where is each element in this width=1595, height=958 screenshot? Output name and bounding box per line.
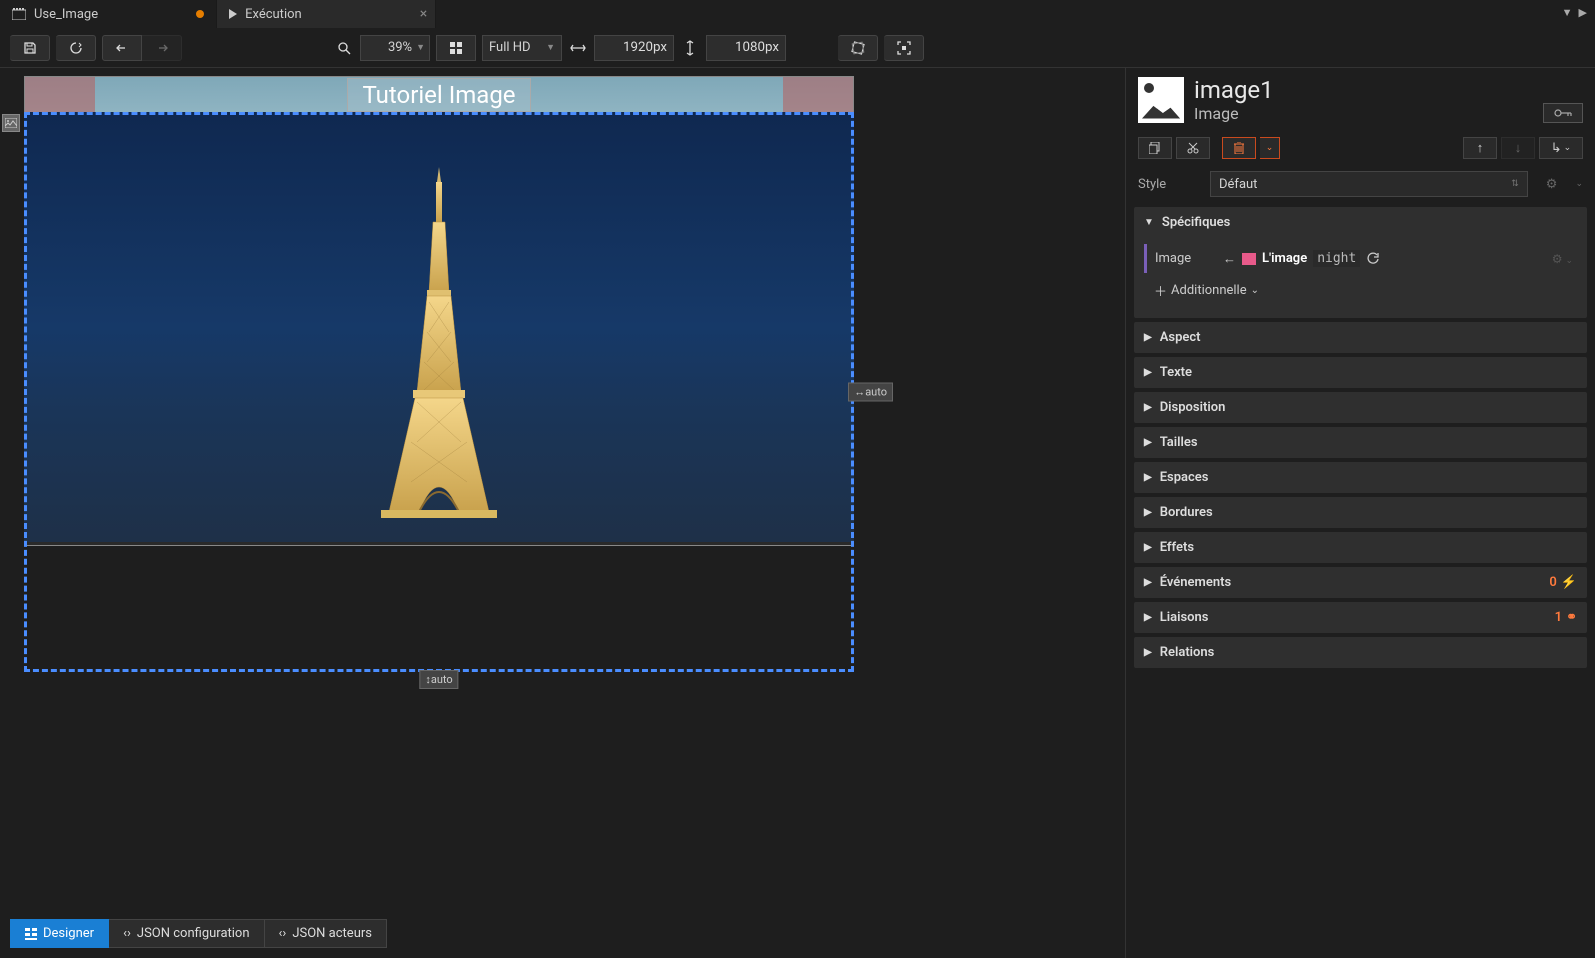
resize-handle-bottom[interactable]: ↕auto [419,670,458,689]
section-header-bordures[interactable]: ▶Bordures [1134,497,1587,528]
section-header-texte[interactable]: ▶Texte [1134,357,1587,388]
undo-button[interactable] [102,35,142,61]
section-header-specifiques[interactable]: ▼ Spécifiques [1134,207,1587,238]
copy-button[interactable] [1138,137,1172,159]
tab-execution[interactable]: Exécution × [217,0,436,28]
chevron-right-icon: ▶ [1144,472,1152,483]
chevron-down-icon[interactable]: ⌄ [1575,179,1583,189]
plus-icon: ＋ [1154,281,1167,300]
object-type: Image [1194,104,1274,123]
canvas-area[interactable]: Tutoriel Image [0,68,1125,958]
unsaved-dot-icon [196,10,204,18]
tab-label: Use_Image [34,7,98,22]
gear-icon[interactable]: ⚙ [1546,177,1558,192]
section-header-espaces[interactable]: ▶Espaces [1134,462,1587,493]
corner-overlay-left [25,77,95,113]
height-input[interactable] [706,35,786,61]
chevron-right-icon: ▶ [1144,542,1152,553]
section-header-tailles[interactable]: ▶Tailles [1134,427,1587,458]
property-label: Image [1155,251,1215,266]
resize-handle-right[interactable]: ↔auto [848,383,893,402]
chevron-right-icon: ▶ [1144,507,1152,518]
chevron-right-icon: ▶ [1144,437,1152,448]
chevron-updown-icon: ⇅ [1511,179,1519,189]
section-header-aspect[interactable]: ▶Aspect [1134,322,1587,353]
image-object-icon[interactable] [2,114,20,132]
close-icon[interactable]: × [420,6,427,22]
cut-button[interactable] [1176,137,1210,159]
corner-overlay-right [783,77,853,113]
chevron-right-icon: ▶ [1144,402,1152,413]
play-icon [229,9,237,19]
chevron-right-icon: ▶ [1144,577,1152,588]
move-into-button[interactable]: ↳ ⌄ [1539,137,1583,159]
events-count: 0 [1549,575,1556,590]
tab-json-actors[interactable]: ‹› JSON acteurs [265,919,387,948]
tab-use-image[interactable]: Use_Image [0,0,217,28]
chevron-down-icon: ▼ [1144,217,1154,228]
chevron-down-icon: ▼ [416,42,425,53]
link-icon: ⚭ [1566,610,1577,625]
redo-button[interactable] [142,35,182,61]
tab-json-config[interactable]: ‹› JSON configuration [109,919,264,948]
fullscreen-button[interactable] [884,35,924,61]
move-down-button[interactable]: ↓ [1501,137,1535,159]
eiffel-tower-illustration [369,162,509,542]
section-specifiques: ▼ Spécifiques Image ← L'image night ⚙ [1134,207,1587,318]
section-header-disposition[interactable]: ▶Disposition [1134,392,1587,423]
properties-panel: ▼ ▶ image1 Image ⌄ [1125,68,1595,958]
film-icon [12,7,26,21]
image-thumb-icon [1242,253,1256,265]
main-image[interactable] [24,112,854,542]
arrow-left-icon[interactable]: ← [1223,251,1236,267]
width-icon [568,35,588,61]
save-button[interactable] [10,35,50,61]
fit-button[interactable] [436,35,476,61]
chevron-right-icon: ▶ [1144,332,1152,343]
object-name: image1 [1194,76,1274,104]
delete-dropdown[interactable]: ⌄ [1260,137,1280,159]
add-additional-button[interactable]: ＋ Additionnelle ⌄ [1144,273,1577,308]
resolution-value: Full HD [489,40,531,55]
zoom-select[interactable]: 39% ▼ [360,35,430,61]
code-icon: ‹› [123,926,131,941]
scene-title[interactable]: Tutoriel Image [347,78,530,112]
image-tag: night [1313,250,1360,267]
gear-icon[interactable]: ⚙ ⌄ [1552,252,1573,266]
toolbar: 39% ▼ Full HD ▼ [0,28,1595,68]
chevron-right-icon: ▶ [1144,367,1152,378]
code-icon: ‹› [279,926,287,941]
zoom-icon[interactable] [334,35,354,61]
key-button[interactable] [1543,103,1583,123]
section-header-liaisons[interactable]: ▶Liaisons1⚭ [1134,602,1587,633]
chevron-right-icon: ▶ [1144,612,1152,623]
liaisons-count: 1 [1555,610,1562,625]
rotate-button[interactable] [838,35,878,61]
style-select[interactable]: Défaut ⇅ [1210,171,1528,197]
chevron-down-icon: ▼ [546,42,555,53]
header-bar: Tutoriel Image [25,77,853,113]
tab-label: Exécution [245,7,302,22]
bottom-tabs: Designer ‹› JSON configuration ‹› JSON a… [10,919,387,948]
height-icon [680,35,700,61]
image-type-icon [1138,77,1184,123]
move-up-button[interactable]: ↑ [1463,137,1497,159]
section-header-effets[interactable]: ▶Effets [1134,532,1587,563]
width-input[interactable] [594,35,674,61]
tab-designer[interactable]: Designer [10,919,109,948]
section-header-evenements[interactable]: ▶Événements0⚡ [1134,567,1587,598]
tab-bar: Use_Image Exécution × [0,0,1595,28]
property-image: Image ← L'image night ⚙ ⌄ [1144,244,1577,273]
chevron-right-icon: ▶ [1144,647,1152,658]
section-header-relations[interactable]: ▶Relations [1134,637,1587,668]
delete-button[interactable] [1222,137,1256,159]
refresh-button[interactable] [56,35,96,61]
bolt-icon: ⚡ [1561,575,1577,590]
refresh-icon[interactable] [1366,252,1380,266]
image-name: L'image [1262,251,1307,266]
resolution-select[interactable]: Full HD ▼ [482,35,562,61]
chevron-down-icon: ⌄ [1251,285,1259,296]
zoom-value: 39% [388,40,412,55]
style-label: Style [1138,177,1198,192]
